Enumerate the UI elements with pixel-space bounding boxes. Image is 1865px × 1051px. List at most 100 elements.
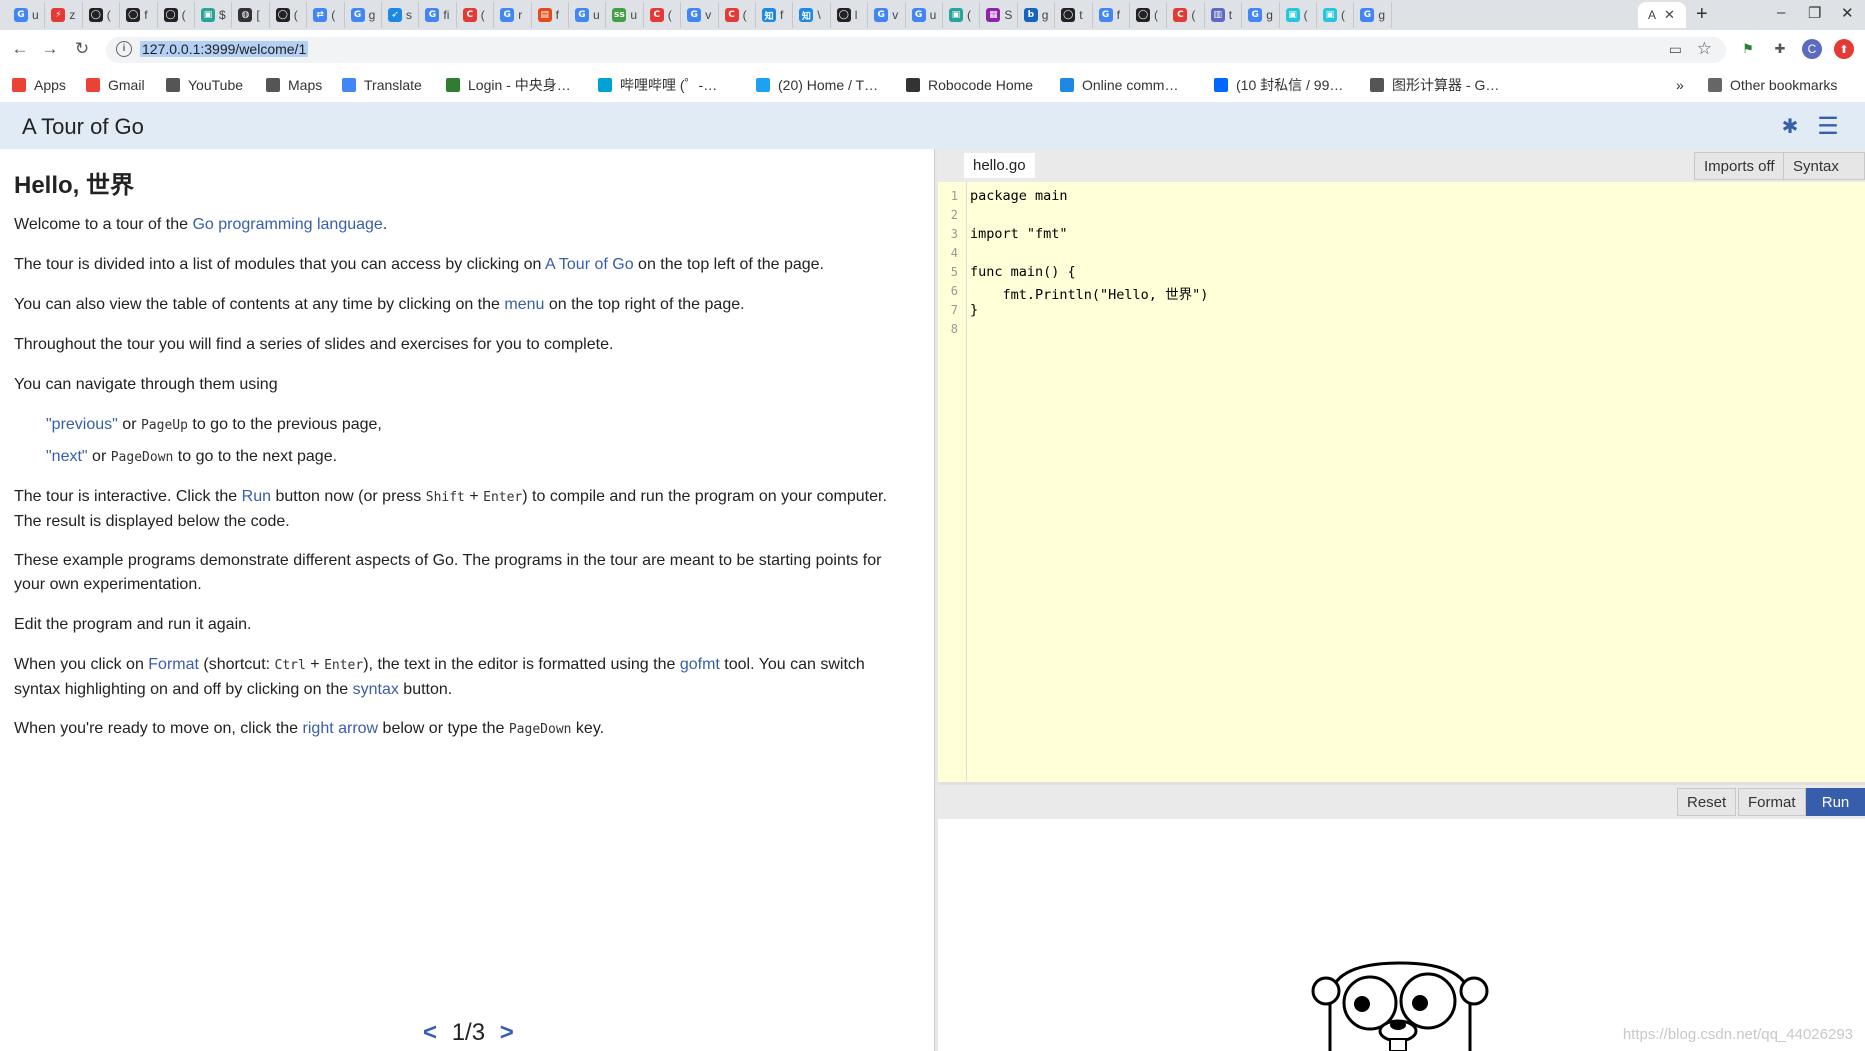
code-line[interactable]: fmt.Println("Hello, 世界") bbox=[970, 283, 1209, 303]
previous-link[interactable]: "previous" bbox=[46, 416, 118, 433]
tab[interactable]: Gg bbox=[345, 2, 382, 28]
syntax-toggle-button[interactable]: Syntax off bbox=[1783, 152, 1865, 203]
tab[interactable]: ▣ $ bbox=[195, 2, 233, 28]
tab[interactable]: ◯( bbox=[1130, 2, 1168, 28]
menu-link[interactable]: menu bbox=[504, 296, 544, 313]
code-line[interactable]: package main bbox=[970, 188, 1068, 204]
tour-title-link[interactable]: A Tour of Go bbox=[22, 114, 144, 140]
tab[interactable]: ▥ t bbox=[1205, 2, 1243, 28]
url-text[interactable]: 127.0.0.1:3999/welcome/1 bbox=[140, 41, 309, 57]
menu-icon[interactable]: ☰ bbox=[1815, 113, 1841, 140]
bookmark-item[interactable]: Online comm… bbox=[1060, 75, 1178, 95]
go-language-link[interactable]: Go programming language bbox=[192, 216, 382, 233]
tab[interactable]: ➶ s bbox=[382, 2, 420, 28]
tab[interactable]: ⇄( bbox=[307, 2, 345, 28]
tab[interactable]: C( bbox=[644, 2, 682, 28]
reload-icon[interactable]: ↻ bbox=[70, 37, 94, 61]
tab[interactable]: ◯( bbox=[83, 2, 121, 28]
tab[interactable]: C( bbox=[457, 2, 495, 28]
imports-toggle-button[interactable]: Imports off bbox=[1694, 152, 1785, 180]
tab[interactable]: 知f bbox=[756, 2, 794, 28]
bookmark-item[interactable]: Maps bbox=[266, 75, 322, 95]
restore-icon[interactable]: ❐ bbox=[1808, 4, 1821, 22]
cast-icon[interactable]: ▭ bbox=[1669, 41, 1682, 58]
tab[interactable]: ⚡ z bbox=[45, 2, 83, 28]
tab-close-icon[interactable]: ✕ bbox=[1664, 7, 1675, 23]
forward-arrow-icon[interactable]: → bbox=[38, 37, 62, 61]
next-page-button[interactable]: > bbox=[500, 1019, 514, 1046]
tab[interactable]: Gg bbox=[1354, 2, 1392, 28]
back-arrow-icon[interactable]: ← bbox=[8, 37, 32, 61]
bookmark-item[interactable]: Gmail bbox=[86, 75, 145, 95]
tab[interactable]: Gr bbox=[494, 2, 532, 28]
tab[interactable]: ◯( bbox=[270, 2, 308, 28]
code-line[interactable]: } bbox=[970, 302, 978, 318]
star-icon[interactable]: ☆ bbox=[1697, 39, 1712, 59]
tab[interactable]: ss u bbox=[606, 2, 644, 28]
syntax-link[interactable]: syntax bbox=[353, 681, 399, 698]
bookmark-item[interactable]: 哔哩哔哩 (゜-… bbox=[598, 75, 717, 95]
tour-of-go-link[interactable]: A Tour of Go bbox=[545, 256, 634, 273]
bookmarks-overflow[interactable]: » bbox=[1676, 75, 1684, 95]
new-tab-button[interactable]: + bbox=[1696, 3, 1708, 26]
minimize-icon[interactable]: – bbox=[1777, 4, 1785, 21]
bookmark-item[interactable]: (20) Home / T… bbox=[756, 75, 878, 95]
tab-title: s bbox=[406, 8, 412, 22]
tab[interactable]: Gv bbox=[868, 2, 906, 28]
file-tab[interactable]: hello.go bbox=[964, 153, 1035, 178]
next-link[interactable]: "next" bbox=[46, 448, 88, 465]
tab[interactable]: C( bbox=[719, 2, 756, 28]
bookmark-item[interactable]: Robocode Home bbox=[906, 75, 1033, 95]
tab[interactable]: Gf bbox=[1093, 2, 1130, 28]
bookmark-item[interactable]: Login - 中央身… bbox=[446, 75, 571, 95]
tab[interactable]: ◯ t bbox=[1055, 2, 1093, 28]
bookmark-item[interactable]: Translate bbox=[342, 75, 422, 95]
run-link[interactable]: Run bbox=[242, 488, 271, 505]
tab[interactable]: ▦ S bbox=[980, 2, 1018, 28]
tab[interactable]: ◯ f bbox=[120, 2, 158, 28]
text: tool. You can switch bbox=[719, 656, 865, 673]
tab[interactable]: ◯( bbox=[158, 2, 195, 28]
info-icon[interactable]: i bbox=[116, 41, 132, 57]
update-icon[interactable]: ⬆ bbox=[1834, 39, 1854, 59]
address-bar[interactable]: i 127.0.0.1:3999/welcome/1 ▭ ☆ bbox=[106, 37, 1726, 63]
puzzle-icon[interactable]: ✚ bbox=[1770, 39, 1790, 59]
code-line[interactable]: import "fmt" bbox=[970, 226, 1068, 242]
tab[interactable]: 知 \ bbox=[793, 2, 831, 28]
tab[interactable]: ▤ f bbox=[532, 2, 569, 28]
tab[interactable]: Gv bbox=[681, 2, 719, 28]
tab[interactable]: ▣( bbox=[943, 2, 981, 28]
tab[interactable]: Gu bbox=[906, 2, 943, 28]
close-window-icon[interactable]: ✕ bbox=[1841, 4, 1854, 22]
tab-active[interactable]: A ✕ bbox=[1638, 2, 1686, 28]
tab[interactable]: Gu bbox=[8, 2, 46, 28]
prev-page-button[interactable]: < bbox=[423, 1019, 437, 1046]
tab[interactable]: ◍[ bbox=[232, 2, 270, 28]
bookmark-item[interactable]: Apps bbox=[12, 75, 66, 95]
extension-flag-icon[interactable]: ⚑ bbox=[1738, 39, 1758, 59]
tab[interactable]: Gfi bbox=[419, 2, 457, 28]
tab-favicon-icon: G bbox=[911, 8, 926, 22]
right-arrow-link[interactable]: right arrow bbox=[303, 720, 379, 737]
tab[interactable]: ▣( bbox=[1317, 2, 1355, 28]
tab[interactable]: Gu bbox=[569, 2, 607, 28]
tab[interactable]: Gg bbox=[1242, 2, 1280, 28]
run-button[interactable]: Run bbox=[1806, 788, 1865, 816]
avatar[interactable]: C bbox=[1802, 39, 1822, 59]
tab[interactable]: ▣( bbox=[1280, 2, 1317, 28]
bug-icon[interactable]: ✱ bbox=[1777, 114, 1803, 138]
bookmark-item[interactable]: 图形计算器 - G… bbox=[1370, 75, 1499, 95]
bookmark-item[interactable]: YouTube bbox=[166, 75, 243, 95]
bookmark-item[interactable]: (10 封私信 / 99… bbox=[1214, 75, 1343, 95]
code-editor[interactable]: 1 2 3 4 5 6 7 8 package main import "fmt" func ma… bbox=[938, 182, 1865, 782]
reset-button[interactable]: Reset bbox=[1677, 788, 1737, 816]
format-link[interactable]: Format bbox=[148, 656, 199, 673]
other-bookmarks[interactable]: Other bookmarks bbox=[1708, 75, 1837, 95]
bookmark-label: 图形计算器 - G… bbox=[1392, 77, 1500, 93]
gofmt-link[interactable]: gofmt bbox=[680, 656, 720, 673]
format-button[interactable]: Format bbox=[1738, 788, 1806, 816]
tab[interactable]: C( bbox=[1167, 2, 1205, 28]
code-line[interactable]: func main() { bbox=[970, 264, 1076, 280]
tab[interactable]: bg bbox=[1018, 2, 1056, 28]
tab[interactable]: ◯ l bbox=[831, 2, 869, 28]
